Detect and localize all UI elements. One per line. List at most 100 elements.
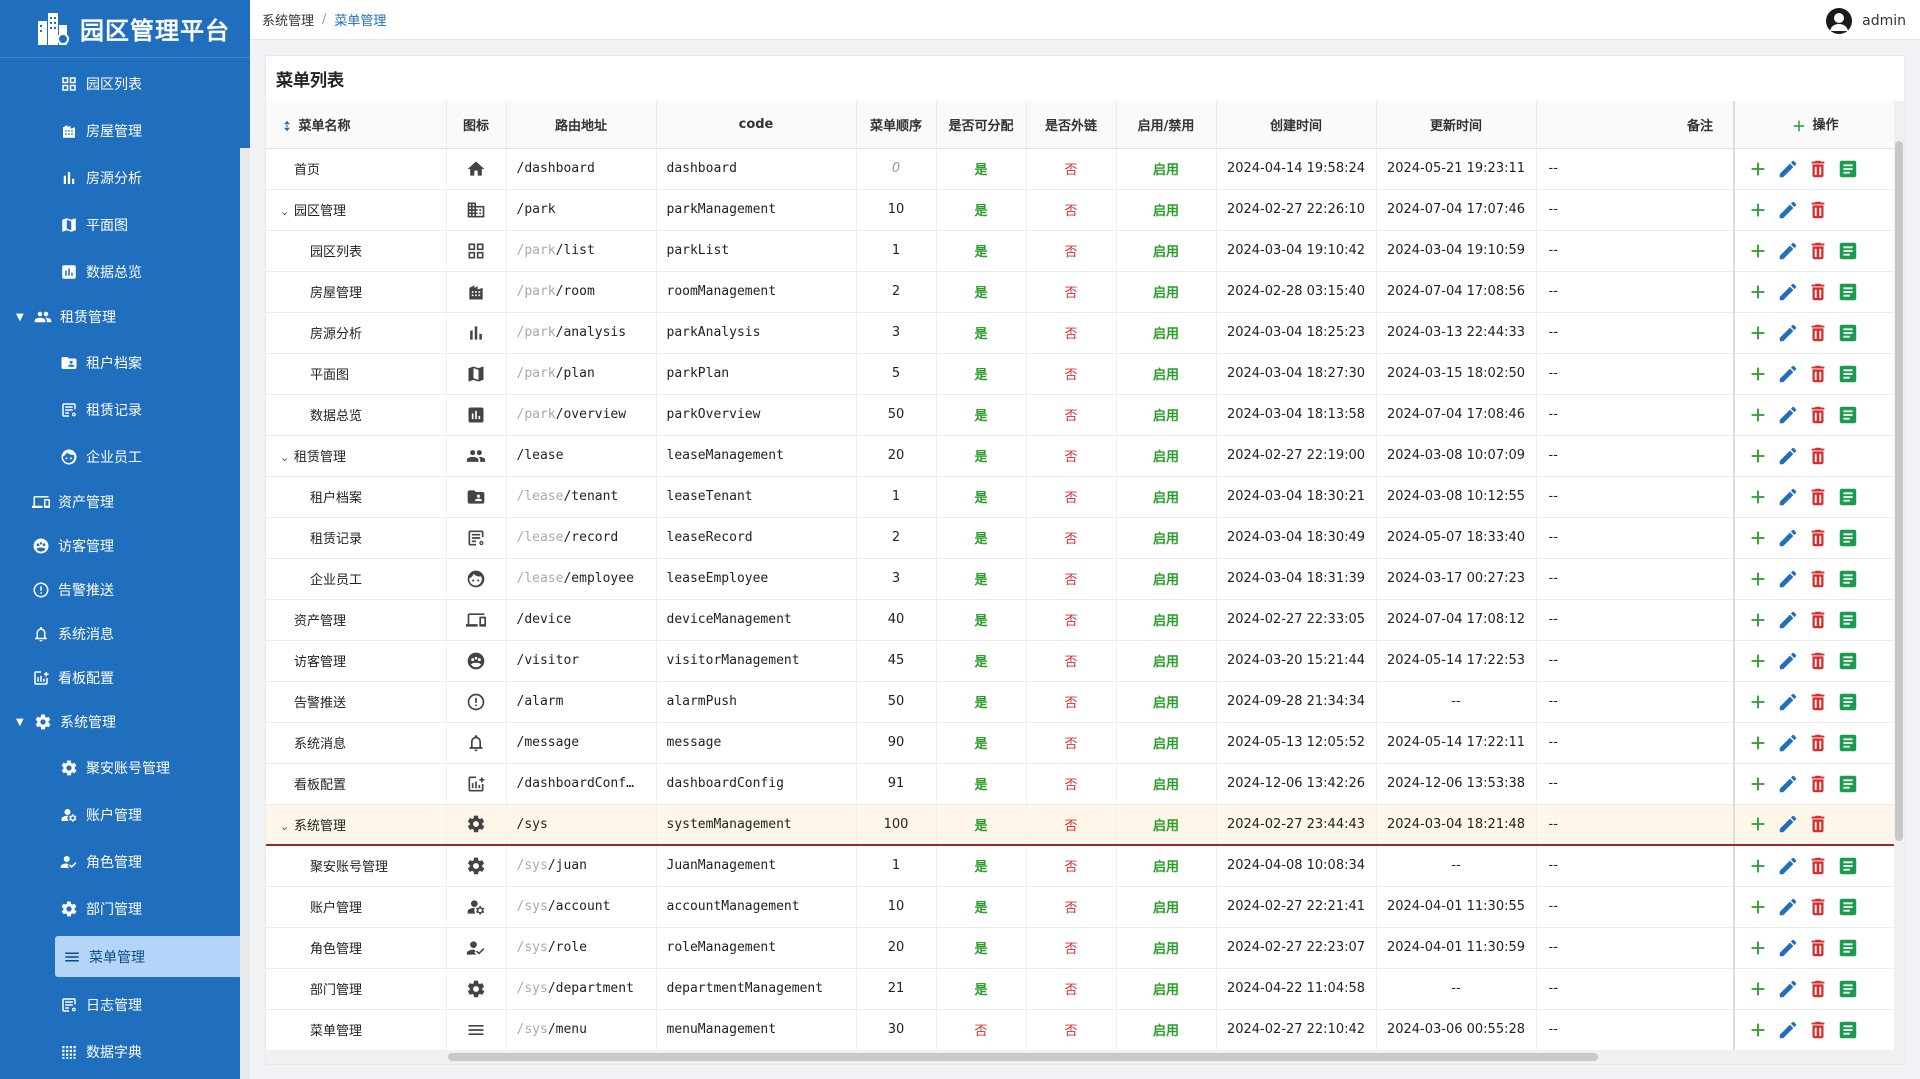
delete-icon[interactable] [1807,1019,1829,1041]
table-row[interactable]: 平面图/park/plan parkPlan 5 是否启用 2024-03-04 18:… [266,353,1894,395]
vertical-scroll-thumb[interactable] [1895,141,1903,841]
sidebar-item-9[interactable]: 企业员工 [0,433,250,480]
detail-icon[interactable] [1837,486,1859,508]
delete-icon[interactable] [1807,732,1829,754]
table-vertical-scrollbar[interactable] [1894,101,1904,1051]
delete-icon[interactable] [1807,937,1829,959]
edit-icon[interactable] [1777,199,1799,221]
cell-status[interactable]: 启用 [1116,927,1217,969]
edit-icon[interactable] [1777,773,1799,795]
cell-status[interactable]: 启用 [1116,230,1217,272]
add-icon[interactable] [1747,691,1769,713]
add-icon[interactable] [1747,445,1769,467]
cell-status[interactable]: 启用 [1116,722,1217,764]
table-row[interactable]: ⌄ 租赁管理/lease leaseManagement 20 是否启用 2024-02-… [266,435,1894,477]
table-row[interactable]: 聚安账号管理/sys/juan JuanManagement 1 是否启用 2024-0… [266,845,1894,887]
sidebar-item-22[interactable]: 数据字典 [0,1028,250,1075]
add-icon[interactable] [1747,1019,1769,1041]
sidebar-item-16[interactable]: 聚安账号管理 [0,744,250,791]
cell-status[interactable]: 启用 [1116,681,1217,723]
detail-icon[interactable] [1837,568,1859,590]
edit-icon[interactable] [1777,568,1799,590]
edit-icon[interactable] [1777,486,1799,508]
edit-icon[interactable] [1777,732,1799,754]
table-row[interactable]: ⌄ 园区管理/park parkManagement 10 是否启用 2024-02-27… [266,189,1894,231]
edit-icon[interactable] [1777,363,1799,385]
add-icon[interactable] [1747,773,1769,795]
table-row[interactable]: 房屋管理/park/room roomManagement 2 是否启用 2024-02… [266,271,1894,313]
cell-status[interactable]: 启用 [1116,312,1217,354]
cell-status[interactable]: 启用 [1116,804,1217,846]
cell-status[interactable]: 启用 [1116,640,1217,682]
cell-status[interactable]: 启用 [1116,394,1217,436]
add-icon[interactable] [1747,404,1769,426]
delete-icon[interactable] [1807,896,1829,918]
edit-icon[interactable] [1777,404,1799,426]
cell-status[interactable]: 启用 [1116,763,1217,805]
table-row[interactable]: 资产管理/device deviceManagement 40 是否启用 2024-02… [266,599,1894,641]
cell-status[interactable]: 启用 [1116,968,1217,1010]
table-row[interactable]: 租户档案/lease/tenant leaseTenant 1 是否启用 2024-03… [266,476,1894,518]
delete-icon[interactable] [1807,650,1829,672]
cell-status[interactable]: 启用 [1116,886,1217,928]
table-row[interactable]: 菜单管理/sys/menu menuManagement 30 否否启用 2024-02… [266,1009,1894,1051]
delete-icon[interactable] [1807,527,1829,549]
edit-icon[interactable] [1777,937,1799,959]
delete-icon[interactable] [1807,363,1829,385]
delete-icon[interactable] [1807,240,1829,262]
sidebar-item-15[interactable]: ▼ 系统管理 [0,700,250,744]
delete-icon[interactable] [1807,609,1829,631]
add-icon[interactable] [1747,609,1769,631]
edit-icon[interactable] [1777,691,1799,713]
sidebar-item-2[interactable]: 房屋管理 [0,107,250,154]
edit-icon[interactable] [1777,978,1799,1000]
table-row[interactable]: 账户管理/sys/account accountManagement 10 是否启用 2… [266,886,1894,928]
detail-icon[interactable] [1837,363,1859,385]
cell-status[interactable]: 启用 [1116,558,1217,600]
edit-icon[interactable] [1777,896,1799,918]
detail-icon[interactable] [1837,404,1859,426]
add-icon[interactable] [1747,527,1769,549]
add-icon[interactable] [1747,978,1769,1000]
breadcrumb-parent[interactable]: 系统管理 [262,10,314,29]
delete-icon[interactable] [1807,404,1829,426]
delete-icon[interactable] [1807,486,1829,508]
sidebar-item-4[interactable]: 平面图 [0,201,250,248]
cell-status[interactable]: 启用 [1116,476,1217,518]
add-icon[interactable] [1747,322,1769,344]
delete-icon[interactable] [1807,568,1829,590]
add-icon[interactable] [1747,199,1769,221]
add-icon[interactable] [1747,813,1769,835]
cell-status[interactable]: 启用 [1116,845,1217,887]
table-horizontal-scrollbar[interactable] [266,1050,1904,1064]
table-row[interactable]: 角色管理/sys/role roleManagement 20 是否启用 2024-02… [266,927,1894,969]
sidebar-item-19[interactable]: 部门管理 [0,885,250,932]
detail-icon[interactable] [1837,609,1859,631]
table-row[interactable]: 房源分析/park/analysis parkAnalysis 3 是否启用 2024-… [266,312,1894,354]
expand-chevron-icon[interactable]: ⌄ [280,820,289,833]
detail-icon[interactable] [1837,937,1859,959]
delete-icon[interactable] [1807,978,1829,1000]
cell-status[interactable]: 启用 [1116,599,1217,641]
delete-icon[interactable] [1807,281,1829,303]
detail-icon[interactable] [1837,855,1859,877]
sidebar-item-14[interactable]: 看板配置 [0,656,250,700]
sidebar-item-5[interactable]: 数据总览 [0,248,250,295]
edit-icon[interactable] [1777,527,1799,549]
detail-icon[interactable] [1837,896,1859,918]
table-row[interactable]: 数据总览/park/overview parkOverview 50 是否启用 2024… [266,394,1894,436]
add-icon[interactable] [1747,568,1769,590]
sidebar-item-6[interactable]: ▼ 租赁管理 [0,295,250,339]
add-icon[interactable] [1747,486,1769,508]
table-row[interactable]: ⌄ 系统管理/sys systemManagement 100 是否启用 2024-02-… [266,804,1894,846]
sidebar-item-3[interactable]: 房源分析 [0,154,250,201]
edit-icon[interactable] [1777,855,1799,877]
user-menu[interactable]: admin [1826,8,1906,34]
detail-icon[interactable] [1837,527,1859,549]
table-row[interactable]: 租赁记录/lease/record leaseRecord 2 是否启用 2024-03… [266,517,1894,559]
cell-status[interactable]: 启用 [1116,271,1217,313]
table-row[interactable]: 访客管理/visitor visitorManagement 45 是否启用 2024-… [266,640,1894,682]
edit-icon[interactable] [1777,445,1799,467]
edit-icon[interactable] [1777,1019,1799,1041]
detail-icon[interactable] [1837,281,1859,303]
